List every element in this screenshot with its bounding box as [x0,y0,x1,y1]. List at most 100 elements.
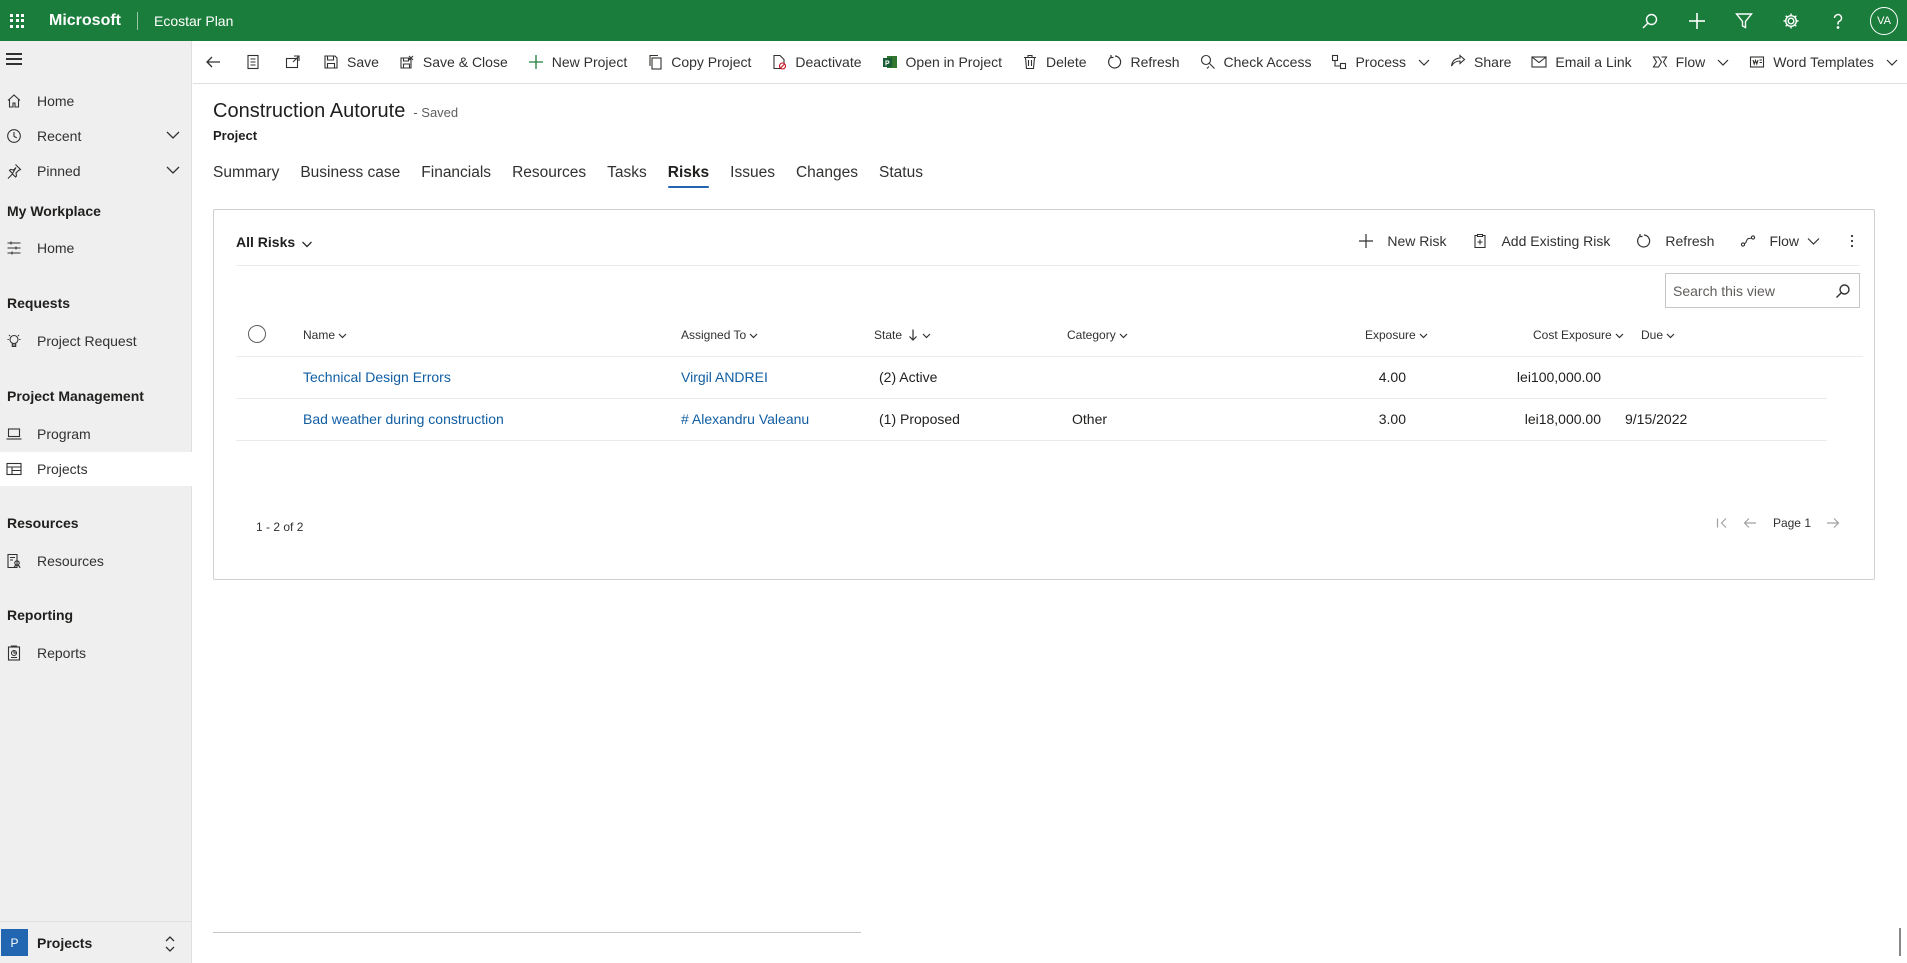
sidebar-item-workplace-home[interactable]: Home [0,231,192,265]
column-header-cost-exposure[interactable]: Cost Exposure [1533,328,1624,342]
column-header-category[interactable]: Category [1067,328,1128,342]
word-templates-label: Word Templates [1773,54,1874,70]
tab-changes[interactable]: Changes [796,164,858,188]
hamburger-menu-icon[interactable] [6,53,22,65]
grid-header: Name Assigned To State Category Exposure [236,314,1863,357]
table-row[interactable]: Bad weather during construction # Alexan… [236,399,1827,441]
area-switcher[interactable]: P Projects [0,921,192,963]
assigned-to-link[interactable]: # Alexandru Valeanu [681,411,809,427]
add-existing-risk-button[interactable]: Add Existing Risk [1472,233,1610,249]
save-close-icon [400,55,414,69]
tab-business-case[interactable]: Business case [300,164,400,188]
email-link-button[interactable]: Email a Link [1521,41,1641,83]
assigned-to-link[interactable]: Virgil ANDREI [681,369,768,385]
user-avatar[interactable]: VA [1870,6,1898,35]
new-risk-button[interactable]: New Risk [1358,233,1446,249]
new-project-button[interactable]: New Project [518,41,637,83]
deactivate-button[interactable]: Deactivate [761,41,871,83]
plus-icon[interactable] [1673,0,1720,41]
sidebar-item-reports[interactable]: Reports [0,636,192,670]
subgrid-refresh-label: Refresh [1665,233,1715,249]
vertical-scrollbar[interactable] [1899,928,1901,956]
pin-icon [6,163,28,179]
column-header-name[interactable]: Name [303,328,347,342]
chevron-down-icon [1886,59,1898,66]
cost-exposure-cell: lei18,000.00 [1524,411,1601,427]
table-row[interactable]: Technical Design Errors Virgil ANDREI (2… [236,357,1827,399]
next-page-icon[interactable] [1826,516,1840,530]
chevron-down-icon[interactable] [166,165,180,175]
gear-icon[interactable] [1767,0,1814,41]
subgrid-flow-button[interactable]: Flow [1740,233,1820,249]
open-new-window-button[interactable] [273,41,313,83]
tab-issues[interactable]: Issues [730,164,775,188]
divider [236,265,1860,266]
filter-icon[interactable] [1720,0,1767,41]
share-button[interactable]: Share [1440,41,1521,83]
view-selector[interactable]: All Risks [236,234,313,250]
tab-financials[interactable]: Financials [421,164,491,188]
sidebar-item-pinned[interactable]: Pinned [0,154,192,188]
app-name[interactable]: Ecostar Plan [154,13,233,29]
tab-summary[interactable]: Summary [213,164,279,188]
search-box[interactable] [1665,273,1860,308]
save-button[interactable]: Save [313,41,389,83]
sidebar-item-projects[interactable]: Projects [0,452,192,486]
exposure-cell: 4.00 [1378,369,1406,385]
column-header-due[interactable]: Due [1641,328,1675,342]
chevron-down-icon [1419,333,1428,338]
column-header-assigned-to[interactable]: Assigned To [681,328,758,342]
first-page-icon[interactable] [1715,516,1729,530]
sidebar-item-program[interactable]: Program [0,417,192,451]
table-icon [6,461,28,477]
subgrid-refresh-button[interactable]: Refresh [1636,233,1714,249]
flow-button[interactable]: Flow [1642,41,1740,83]
search-input[interactable] [1673,282,1823,299]
form-view-button[interactable] [233,41,273,83]
search-icon[interactable] [1835,283,1851,299]
tab-resources[interactable]: Resources [512,164,586,188]
plus-icon [1359,234,1374,248]
category-cell: Other [1072,411,1108,427]
app-launcher-icon[interactable] [0,0,34,41]
column-header-state[interactable]: State [874,328,931,342]
risks-subgrid: All Risks New Risk Add Existing Risk Ref… [213,209,1875,580]
column-label: Category [1067,328,1116,342]
help-icon[interactable] [1814,0,1861,41]
sidebar-item-project-request[interactable]: Project Request [0,324,192,358]
chevron-down-icon [749,333,758,338]
plus-icon [528,55,543,69]
save-close-button[interactable]: Save & Close [389,41,518,83]
add-existing-risk-label: Add Existing Risk [1501,233,1611,249]
check-access-button[interactable]: Check Access [1190,41,1322,83]
state-cell: (1) Proposed [879,411,960,427]
previous-page-icon[interactable] [1743,516,1757,530]
deactivate-icon [773,54,787,70]
sidebar-item-recent[interactable]: Recent [0,119,192,153]
process-button[interactable]: Process [1321,41,1440,83]
more-commands-button[interactable] [1844,233,1860,249]
chevron-down-icon [1119,333,1128,338]
sidebar-item-resources[interactable]: Resources [0,544,192,578]
chevron-down-icon[interactable] [166,130,180,140]
refresh-button[interactable]: Refresh [1097,41,1190,83]
horizontal-scrollbar[interactable] [213,932,861,933]
tab-tasks[interactable]: Tasks [607,164,647,188]
risk-name-link[interactable]: Technical Design Errors [303,369,451,385]
word-templates-button[interactable]: Word Templates [1739,41,1907,83]
sidebar-item-home[interactable]: Home [0,84,192,118]
search-icon[interactable] [1626,0,1673,41]
column-header-exposure[interactable]: Exposure [1365,328,1428,342]
open-in-project-button[interactable]: P Open in Project [872,41,1013,83]
risk-name-link[interactable]: Bad weather during construction [303,411,504,427]
tab-status[interactable]: Status [879,164,923,188]
tab-risks[interactable]: Risks [667,164,710,188]
delete-button[interactable]: Delete [1012,41,1096,83]
select-all-checkbox[interactable] [248,325,266,343]
back-button[interactable] [193,41,233,83]
copy-project-button[interactable]: Copy Project [637,41,761,83]
copy-project-label: Copy Project [671,54,752,70]
chevron-up-down-icon[interactable] [164,935,176,953]
entity-name: Project [213,128,258,143]
chevron-down-icon [1717,59,1729,66]
